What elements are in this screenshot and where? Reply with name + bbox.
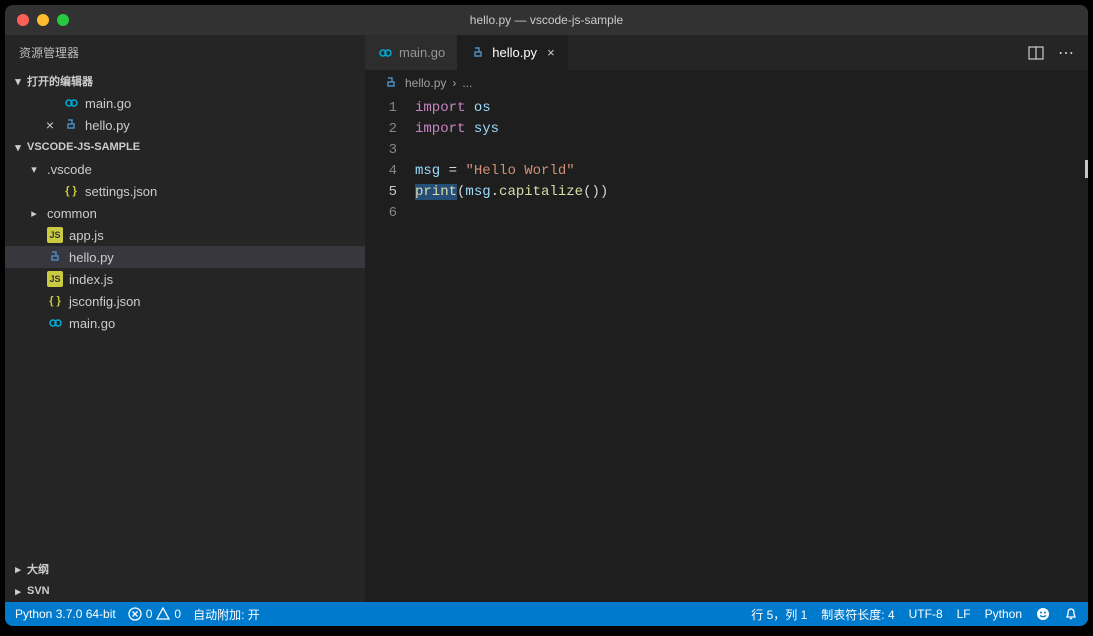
titlebar: hello.py — vscode-js-sample	[5, 5, 1088, 35]
maximize-window-button[interactable]	[57, 14, 69, 26]
json-file-icon: { }	[63, 183, 79, 199]
svn-label: SVN	[27, 585, 50, 597]
file-name: hello.py	[69, 250, 114, 265]
placeholder-icon	[43, 95, 57, 111]
status-language[interactable]: Python	[985, 607, 1022, 621]
chevron-right-icon: ▸	[11, 563, 25, 576]
outline-label: 大纲	[27, 561, 49, 577]
split-editor-icon[interactable]	[1028, 45, 1044, 61]
file-item[interactable]: hello.py	[5, 246, 365, 268]
minimap[interactable]	[1070, 96, 1088, 602]
close-icon[interactable]: ×	[43, 117, 57, 133]
file-name: index.js	[69, 272, 113, 287]
open-editors-label: 打开的编辑器	[27, 73, 93, 89]
file-name: settings.json	[85, 184, 157, 199]
status-tab-size[interactable]: 制表符长度: 4	[821, 606, 894, 623]
project-label: VSCODE-JS-SAMPLE	[27, 141, 140, 153]
warning-icon	[156, 607, 170, 621]
chevron-down-icon: ▾	[11, 141, 25, 154]
breadcrumb-file: hello.py	[405, 76, 446, 90]
open-editor-item[interactable]: main.go	[5, 92, 365, 114]
window-title: hello.py — vscode-js-sample	[470, 13, 623, 27]
chevron-right-icon: ›	[452, 76, 456, 90]
file-item[interactable]: JS index.js	[5, 268, 365, 290]
python-file-icon	[470, 45, 486, 61]
open-editors-section[interactable]: ▾ 打开的编辑器	[5, 70, 365, 92]
close-tab-icon[interactable]: ×	[547, 45, 555, 60]
outline-section[interactable]: ▸ 大纲	[5, 558, 365, 580]
status-eol[interactable]: LF	[957, 607, 971, 621]
status-encoding[interactable]: UTF-8	[909, 607, 943, 621]
svn-section[interactable]: ▸ SVN	[5, 580, 365, 602]
file-item[interactable]: { } settings.json	[5, 180, 365, 202]
chevron-right-icon: ▸	[27, 207, 41, 220]
error-icon	[128, 607, 142, 621]
file-name: app.js	[69, 228, 104, 243]
go-file-icon	[63, 95, 79, 111]
folder-item[interactable]: ▾ .vscode	[5, 158, 365, 180]
folder-item[interactable]: ▸ common	[5, 202, 365, 224]
tab-label: hello.py	[492, 45, 537, 60]
explorer-title: 资源管理器	[5, 35, 365, 70]
file-item[interactable]: { } jsconfig.json	[5, 290, 365, 312]
json-file-icon: { }	[47, 293, 63, 309]
python-file-icon	[47, 249, 63, 265]
python-file-icon	[63, 117, 79, 133]
breadcrumb[interactable]: hello.py › ...	[365, 70, 1088, 96]
more-actions-icon[interactable]: ⋯	[1058, 43, 1074, 63]
tab-hello-py[interactable]: hello.py ×	[458, 35, 567, 70]
status-problems[interactable]: 0 0	[128, 607, 181, 621]
minimize-window-button[interactable]	[37, 14, 49, 26]
notifications-icon[interactable]	[1064, 607, 1078, 621]
go-file-icon	[47, 315, 63, 331]
project-section[interactable]: ▾ VSCODE-JS-SAMPLE	[5, 136, 365, 158]
breadcrumb-more: ...	[462, 76, 472, 90]
file-name: common	[47, 206, 97, 221]
code-content[interactable]: import os import sys msg = "Hello World"…	[415, 96, 1088, 602]
status-bar: Python 3.7.0 64-bit 0 0 自动附加: 开 行 5，列 1 …	[5, 602, 1088, 626]
go-file-icon	[377, 45, 393, 61]
file-name: jsconfig.json	[69, 294, 141, 309]
close-window-button[interactable]	[17, 14, 29, 26]
chevron-down-icon: ▾	[11, 75, 25, 88]
sidebar: 资源管理器 ▾ 打开的编辑器 main.go × hello.py	[5, 35, 365, 602]
tab-main-go[interactable]: main.go	[365, 35, 458, 70]
open-editor-name: main.go	[85, 96, 131, 111]
js-file-icon: JS	[47, 271, 63, 287]
file-name: main.go	[69, 316, 115, 331]
code-editor[interactable]: 1 2 3 4 5 6 import os import sys msg = "…	[365, 96, 1088, 602]
tab-bar: main.go hello.py × ⋯	[365, 35, 1088, 70]
chevron-right-icon: ▸	[11, 585, 25, 598]
open-editor-name: hello.py	[85, 118, 130, 133]
tab-label: main.go	[399, 45, 445, 60]
status-python-version[interactable]: Python 3.7.0 64-bit	[15, 607, 116, 621]
js-file-icon: JS	[47, 227, 63, 243]
line-gutter: 1 2 3 4 5 6	[365, 96, 415, 602]
file-name: .vscode	[47, 162, 92, 177]
python-file-icon	[383, 75, 399, 91]
chevron-down-icon: ▾	[27, 163, 41, 176]
file-item[interactable]: main.go	[5, 312, 365, 334]
status-auto-attach[interactable]: 自动附加: 开	[193, 606, 260, 623]
open-editor-item[interactable]: × hello.py	[5, 114, 365, 136]
file-item[interactable]: JS app.js	[5, 224, 365, 246]
feedback-icon[interactable]	[1036, 607, 1050, 621]
status-line-col[interactable]: 行 5，列 1	[751, 606, 807, 623]
